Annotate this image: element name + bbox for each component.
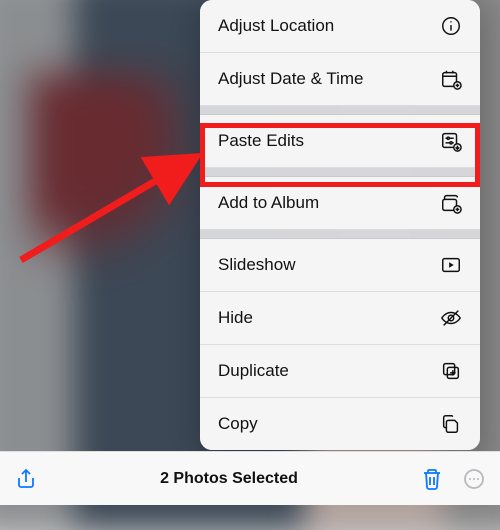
info-icon <box>440 15 462 37</box>
menu-item-label: Hide <box>218 308 440 328</box>
menu-item-hide[interactable]: Hide <box>200 292 480 345</box>
menu-item-label: Paste Edits <box>218 131 440 151</box>
menu-separator <box>200 230 480 239</box>
selection-status: 2 Photos Selected <box>160 470 298 488</box>
menu-item-label: Copy <box>218 414 440 434</box>
menu-item-paste-edits[interactable]: Paste Edits <box>200 115 480 168</box>
menu-item-label: Add to Album <box>218 193 440 213</box>
menu-item-label: Slideshow <box>218 255 440 275</box>
menu-item-label: Duplicate <box>218 361 440 381</box>
sliders-down-icon <box>440 130 462 152</box>
copy-doc-icon <box>440 413 462 435</box>
eye-slash-icon <box>440 307 462 329</box>
share-icon[interactable] <box>14 467 38 491</box>
menu-item-adjust-datetime[interactable]: Adjust Date & Time <box>200 53 480 106</box>
album-add-icon <box>440 192 462 214</box>
duplicate-icon <box>440 360 462 382</box>
menu-item-adjust-location[interactable]: Adjust Location <box>200 0 480 53</box>
menu-item-copy[interactable]: Copy <box>200 398 480 450</box>
menu-separator <box>200 106 480 115</box>
menu-item-slideshow[interactable]: Slideshow <box>200 239 480 292</box>
play-rect-icon <box>440 254 462 276</box>
context-menu: Adjust Location Adjust Date & Time P <box>200 0 480 450</box>
more-icon[interactable] <box>462 467 486 491</box>
menu-item-label: Adjust Date & Time <box>218 69 440 89</box>
menu-separator <box>200 168 480 177</box>
calendar-add-icon <box>440 68 462 90</box>
menu-item-duplicate[interactable]: Duplicate <box>200 345 480 398</box>
menu-item-add-to-album[interactable]: Add to Album <box>200 177 480 230</box>
trash-icon[interactable] <box>420 467 444 491</box>
bottom-toolbar: 2 Photos Selected <box>0 451 500 505</box>
menu-item-label: Adjust Location <box>218 16 440 36</box>
